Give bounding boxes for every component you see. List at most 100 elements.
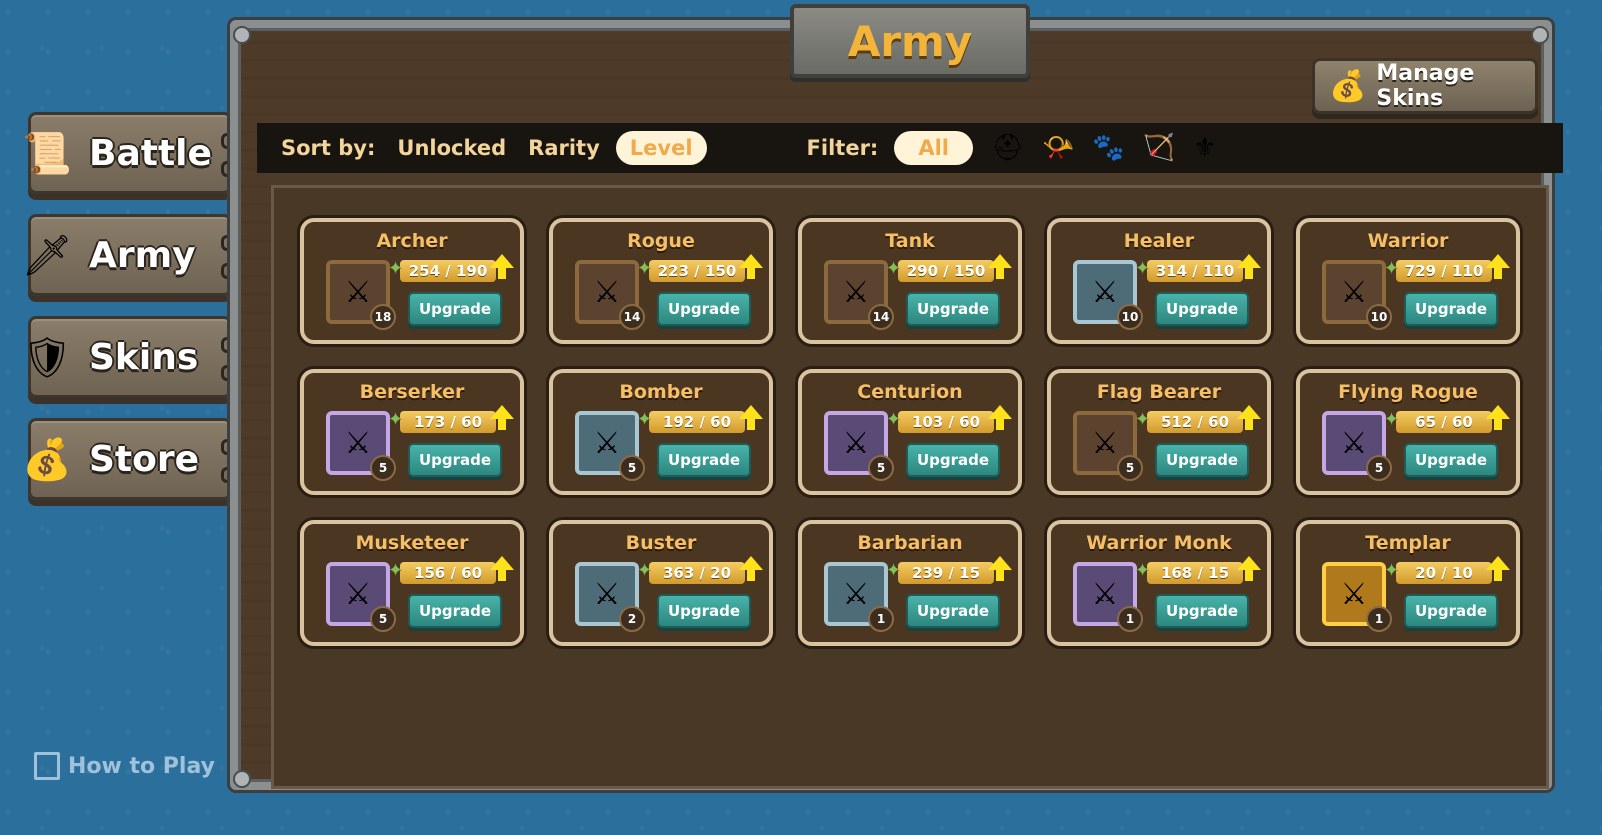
shard-count: 223 / 150 bbox=[657, 262, 737, 280]
shard-icon: ✦ bbox=[637, 258, 653, 279]
unit-card[interactable]: Warrior ⚔ 10 ✦ 729 / 110 Upgrade bbox=[1296, 218, 1520, 344]
shard-icon: ✦ bbox=[1384, 409, 1400, 430]
unit-name: Warrior bbox=[1367, 230, 1449, 252]
unit-portrait: ⚔ 5 bbox=[1322, 411, 1392, 481]
upgrade-arrow-icon bbox=[1486, 405, 1510, 430]
upgrade-button[interactable]: Upgrade bbox=[1404, 443, 1498, 477]
sort-unlocked-option[interactable]: Unlocked bbox=[397, 136, 506, 160]
unit-level-badge: 5 bbox=[370, 455, 396, 481]
unit-portrait: ⚔ 5 bbox=[326, 562, 396, 632]
upgrade-arrow-icon bbox=[1486, 556, 1510, 581]
unit-name: Warrior Monk bbox=[1086, 532, 1232, 554]
upgrade-button[interactable]: Upgrade bbox=[906, 292, 1000, 326]
unit-name: Berserker bbox=[359, 381, 465, 403]
shard-count: 254 / 190 bbox=[408, 262, 488, 280]
unit-card[interactable]: Healer ⚔ 10 ✦ 314 / 110 Upgrade bbox=[1047, 218, 1271, 344]
unit-level-badge: 5 bbox=[868, 455, 894, 481]
shard-count: 65 / 60 bbox=[1415, 413, 1473, 431]
unit-portrait: ⚔ 1 bbox=[1322, 562, 1392, 632]
filter-all-option[interactable]: All bbox=[894, 131, 973, 165]
unit-portrait: ⚔ 5 bbox=[824, 411, 894, 481]
sort-rarity-option[interactable]: Rarity bbox=[528, 136, 600, 160]
unit-level-badge: 18 bbox=[370, 304, 396, 330]
unit-sprite-icon: ⚔ bbox=[593, 425, 621, 461]
how-to-play-link[interactable]: How to Play bbox=[34, 752, 215, 780]
unit-sprite-icon: ⚔ bbox=[344, 576, 372, 612]
upgrade-button[interactable]: Upgrade bbox=[1155, 594, 1249, 628]
upgrade-button[interactable]: Upgrade bbox=[1404, 594, 1498, 628]
unit-portrait: ⚔ 5 bbox=[1073, 411, 1143, 481]
shard-progress: ✦ 20 / 10 bbox=[1384, 556, 1510, 584]
unit-level-badge: 2 bbox=[619, 606, 645, 632]
upgrade-button[interactable]: Upgrade bbox=[408, 292, 502, 326]
unit-level-badge: 5 bbox=[1366, 455, 1392, 481]
unit-card[interactable]: Barbarian ⚔ 1 ✦ 239 / 15 Upgrade bbox=[798, 520, 1022, 646]
unit-level-badge: 5 bbox=[370, 606, 396, 632]
unit-name: Archer bbox=[376, 230, 448, 252]
nav-skins-button[interactable]: 🛡 Skins bbox=[22, 316, 249, 398]
upgrade-button[interactable]: Upgrade bbox=[906, 594, 1000, 628]
book-icon bbox=[34, 752, 60, 780]
upgrade-arrow-icon bbox=[490, 556, 514, 581]
nav-skins-label: Skins bbox=[89, 336, 199, 378]
unit-card[interactable]: Archer ⚔ 18 ✦ 254 / 190 Upgrade bbox=[300, 218, 524, 344]
unit-card[interactable]: Berserker ⚔ 5 ✦ 173 / 60 Upgrade bbox=[300, 369, 524, 495]
paw-icon[interactable]: 🐾 bbox=[1092, 133, 1124, 163]
shard-count: 20 / 10 bbox=[1415, 564, 1473, 582]
upgrade-button[interactable]: Upgrade bbox=[1155, 443, 1249, 477]
upgrade-button[interactable]: Upgrade bbox=[657, 594, 751, 628]
upgrade-arrow-icon bbox=[1237, 556, 1261, 581]
unit-portrait: ⚔ 10 bbox=[1322, 260, 1392, 330]
upgrade-button[interactable]: Upgrade bbox=[1155, 292, 1249, 326]
unit-card[interactable]: Warrior Monk ⚔ 1 ✦ 168 / 15 Upgrade bbox=[1047, 520, 1271, 646]
upgrade-arrow-icon bbox=[988, 556, 1012, 581]
sort-level-option[interactable]: Level bbox=[615, 131, 707, 165]
unit-portrait: ⚔ 18 bbox=[326, 260, 396, 330]
nav-store-label: Store bbox=[89, 438, 200, 480]
unit-card[interactable]: Templar ⚔ 1 ✦ 20 / 10 Upgrade bbox=[1296, 520, 1520, 646]
unit-sprite-icon: ⚔ bbox=[344, 274, 372, 310]
how-to-play-label: How to Play bbox=[68, 753, 215, 779]
unit-name: Tank bbox=[885, 230, 935, 252]
manage-skins-button[interactable]: 💰 Manage Skins bbox=[1312, 58, 1538, 114]
unit-card[interactable]: Flying Rogue ⚔ 5 ✦ 65 / 60 Upgrade bbox=[1296, 369, 1520, 495]
unit-card[interactable]: Musketeer ⚔ 5 ✦ 156 / 60 Upgrade bbox=[300, 520, 524, 646]
unit-portrait: ⚔ 5 bbox=[326, 411, 396, 481]
shard-icon: ✦ bbox=[388, 258, 404, 279]
shard-icon: ✦ bbox=[637, 560, 653, 581]
bow-icon[interactable]: 🏹 bbox=[1143, 133, 1175, 163]
unit-name: Barbarian bbox=[857, 532, 963, 554]
upgrade-button[interactable]: Upgrade bbox=[408, 594, 502, 628]
nav-battle-button[interactable]: 📜 Battle bbox=[22, 112, 249, 194]
nav-battle-label: Battle bbox=[89, 132, 212, 174]
unit-card[interactable]: Tank ⚔ 14 ✦ 290 / 150 Upgrade bbox=[798, 218, 1022, 344]
shard-icon: ✦ bbox=[886, 560, 902, 581]
unit-card[interactable]: Buster ⚔ 2 ✦ 363 / 20 Upgrade bbox=[549, 520, 773, 646]
unit-card[interactable]: Flag Bearer ⚔ 5 ✦ 512 / 60 Upgrade bbox=[1047, 369, 1271, 495]
wing-icon[interactable]: ⚜ bbox=[1193, 133, 1216, 163]
nav-store-button[interactable]: 💰 Store bbox=[22, 418, 249, 500]
upgrade-button[interactable]: Upgrade bbox=[906, 443, 1000, 477]
unit-portrait: ⚔ 14 bbox=[575, 260, 645, 330]
unit-card[interactable]: Bomber ⚔ 5 ✦ 192 / 60 Upgrade bbox=[549, 369, 773, 495]
unit-sprite-icon: ⚔ bbox=[1091, 274, 1119, 310]
helmet-icon[interactable]: ⛑ bbox=[991, 133, 1024, 163]
upgrade-button[interactable]: Upgrade bbox=[657, 292, 751, 326]
unit-name: Rogue bbox=[627, 230, 695, 252]
unit-name: Templar bbox=[1365, 532, 1451, 554]
shard-progress: ✦ 173 / 60 bbox=[388, 405, 514, 433]
unit-card[interactable]: Centurion ⚔ 5 ✦ 103 / 60 Upgrade bbox=[798, 369, 1022, 495]
upgrade-button[interactable]: Upgrade bbox=[408, 443, 502, 477]
unit-level-badge: 14 bbox=[868, 304, 894, 330]
coin-bag-icon: 💰 bbox=[1329, 68, 1367, 104]
shard-count: 192 / 60 bbox=[662, 413, 732, 431]
nav-army-button[interactable]: 🗡 Army bbox=[22, 214, 249, 296]
unit-level-badge: 5 bbox=[619, 455, 645, 481]
upgrade-button[interactable]: Upgrade bbox=[1404, 292, 1498, 326]
shard-progress: ✦ 729 / 110 bbox=[1384, 254, 1510, 282]
unit-card[interactable]: Rogue ⚔ 14 ✦ 223 / 150 Upgrade bbox=[549, 218, 773, 344]
shard-progress: ✦ 512 / 60 bbox=[1135, 405, 1261, 433]
horn-icon[interactable]: 📯 bbox=[1042, 133, 1074, 163]
shard-progress: ✦ 314 / 110 bbox=[1135, 254, 1261, 282]
upgrade-button[interactable]: Upgrade bbox=[657, 443, 751, 477]
